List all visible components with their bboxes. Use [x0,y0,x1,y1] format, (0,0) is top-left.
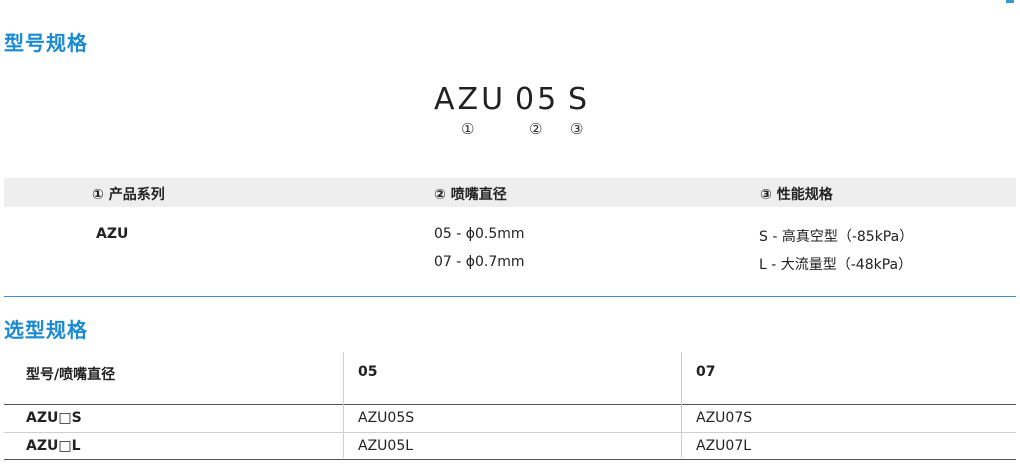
selection-table-header: 型号/喷嘴直径 05 07 [4,352,1016,405]
model-code: AZU 05 S [0,82,1020,122]
table-bottom-border [4,459,1016,460]
row-value-07: AZU07L [696,438,752,454]
spec-diameter-07: 07 - ϕ0.7mm [434,254,525,270]
section-title-selection: 选型规格 [4,318,88,342]
spec-performance-l: L - 大流量型（-48kPa） [759,257,913,273]
section-divider [4,296,1016,297]
spec-performance-s: S - 高真空型（-85kPa） [759,229,914,245]
code-spec: S [568,82,591,117]
code-series: AZU [434,82,507,117]
table-row: AZU□L AZU05L AZU07L [4,433,1016,459]
code-diameter: 05 [515,82,560,117]
spec-header-diameter: ② 喷嘴直径 [434,187,507,203]
table-row: AZU□S AZU05S AZU07S [4,405,1016,431]
section-title-model-spec: 型号规格 [4,31,88,55]
row-model: AZU□S [26,410,82,426]
spec-table-header: ① 产品系列 ② 喷嘴直径 ③ 性能规格 [4,178,1016,207]
spec-series-value: AZU [96,226,129,242]
row-value-05: AZU05S [358,410,415,426]
spec-header-performance: ③ 性能规格 [760,187,833,203]
selection-header-07: 07 [696,364,716,380]
spec-header-series: ① 产品系列 [92,187,165,203]
selection-header-05: 05 [358,364,378,380]
selection-header-model: 型号/喷嘴直径 [26,367,116,383]
spec-diameter-05: 05 - ϕ0.5mm [434,226,525,242]
row-model: AZU□L [26,438,81,454]
code-marker-2: ② [529,120,543,138]
code-marker-1: ① [461,120,475,138]
code-marker-3: ③ [570,120,584,138]
row-value-05: AZU05L [358,438,414,454]
corner-accent [1006,0,1014,3]
row-value-07: AZU07S [696,410,753,426]
